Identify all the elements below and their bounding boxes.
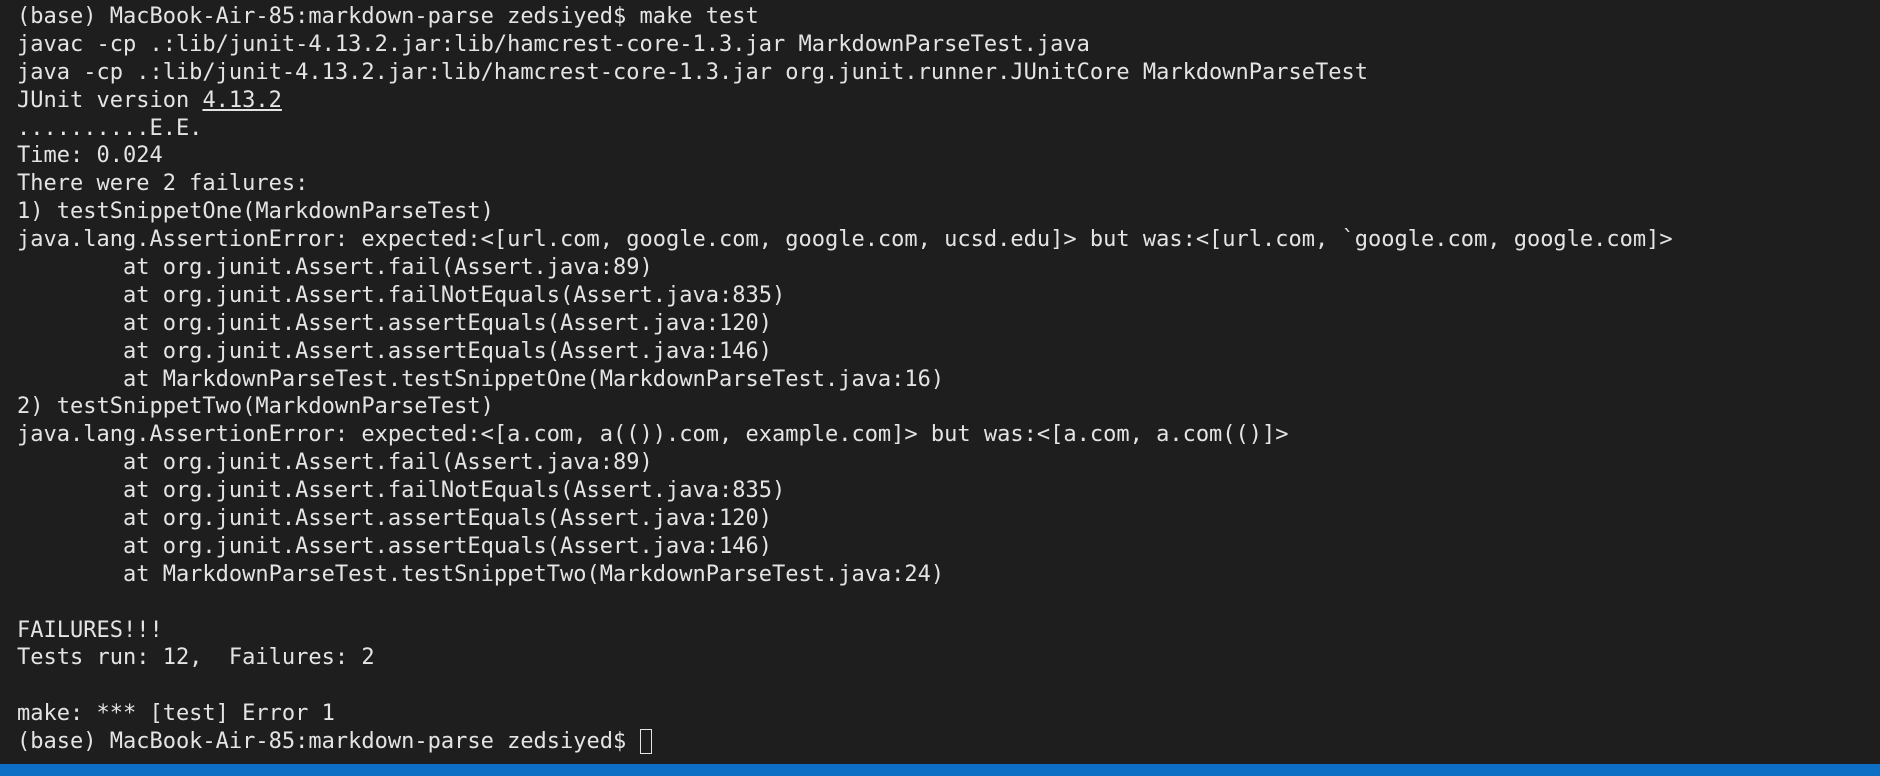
terminal-line: at org.junit.Assert.assertEquals(Assert.… <box>17 310 772 336</box>
terminal-line: FAILURES!!! <box>17 617 163 643</box>
terminal-line: java.lang.AssertionError: expected:<[url… <box>17 227 1673 253</box>
junit-version-label: JUnit version <box>17 87 203 113</box>
terminal-output: (base) MacBook-Air-85:markdown-parse zed… <box>17 3 1880 756</box>
terminal-prompt-line[interactable]: (base) MacBook-Air-85:markdown-parse zed… <box>17 728 1880 756</box>
terminal-line: javac -cp .:lib/junit-4.13.2.jar:lib/ham… <box>17 31 1090 57</box>
status-bar <box>0 764 1880 776</box>
terminal-line: at org.junit.Assert.assertEquals(Assert.… <box>17 506 772 532</box>
junit-version-number: 4.13.2 <box>202 87 282 113</box>
terminal-line: at MarkdownParseTest.testSnippetOne(Mark… <box>17 366 945 392</box>
terminal-line: 2) testSnippetTwo(MarkdownParseTest) <box>17 394 494 420</box>
terminal-line: at MarkdownParseTest.testSnippetTwo(Mark… <box>17 561 945 587</box>
terminal-line-junit-version: JUnit version 4.13.2 <box>17 87 1880 115</box>
terminal-line: ..........E.E. <box>17 115 203 141</box>
terminal-line: Tests run: 12, Failures: 2 <box>17 645 375 671</box>
terminal-cursor <box>639 729 652 755</box>
terminal-line: at org.junit.Assert.assertEquals(Assert.… <box>17 533 772 559</box>
terminal-line: at org.junit.Assert.fail(Assert.java:89) <box>17 450 653 476</box>
terminal-line: java -cp .:lib/junit-4.13.2.jar:lib/hamc… <box>17 59 1369 85</box>
terminal-line: java.lang.AssertionError: expected:<[a.c… <box>17 422 1289 448</box>
terminal-line: at org.junit.Assert.fail(Assert.java:89) <box>17 255 653 281</box>
terminal-line: 1) testSnippetOne(MarkdownParseTest) <box>17 199 494 225</box>
terminal-line: (base) MacBook-Air-85:markdown-parse zed… <box>17 4 759 29</box>
terminal-line: at org.junit.Assert.failNotEquals(Assert… <box>17 282 786 308</box>
terminal-line: There were 2 failures: <box>17 171 309 197</box>
terminal-line: Time: 0.024 <box>17 143 163 169</box>
terminal-line: at org.junit.Assert.assertEquals(Assert.… <box>17 338 772 364</box>
shell-prompt: (base) MacBook-Air-85:markdown-parse zed… <box>17 729 640 755</box>
terminal-line: make: *** [test] Error 1 <box>17 701 335 727</box>
terminal-panel[interactable]: (base) MacBook-Air-85:markdown-parse zed… <box>0 0 1880 764</box>
terminal-line: at org.junit.Assert.failNotEquals(Assert… <box>17 478 786 504</box>
